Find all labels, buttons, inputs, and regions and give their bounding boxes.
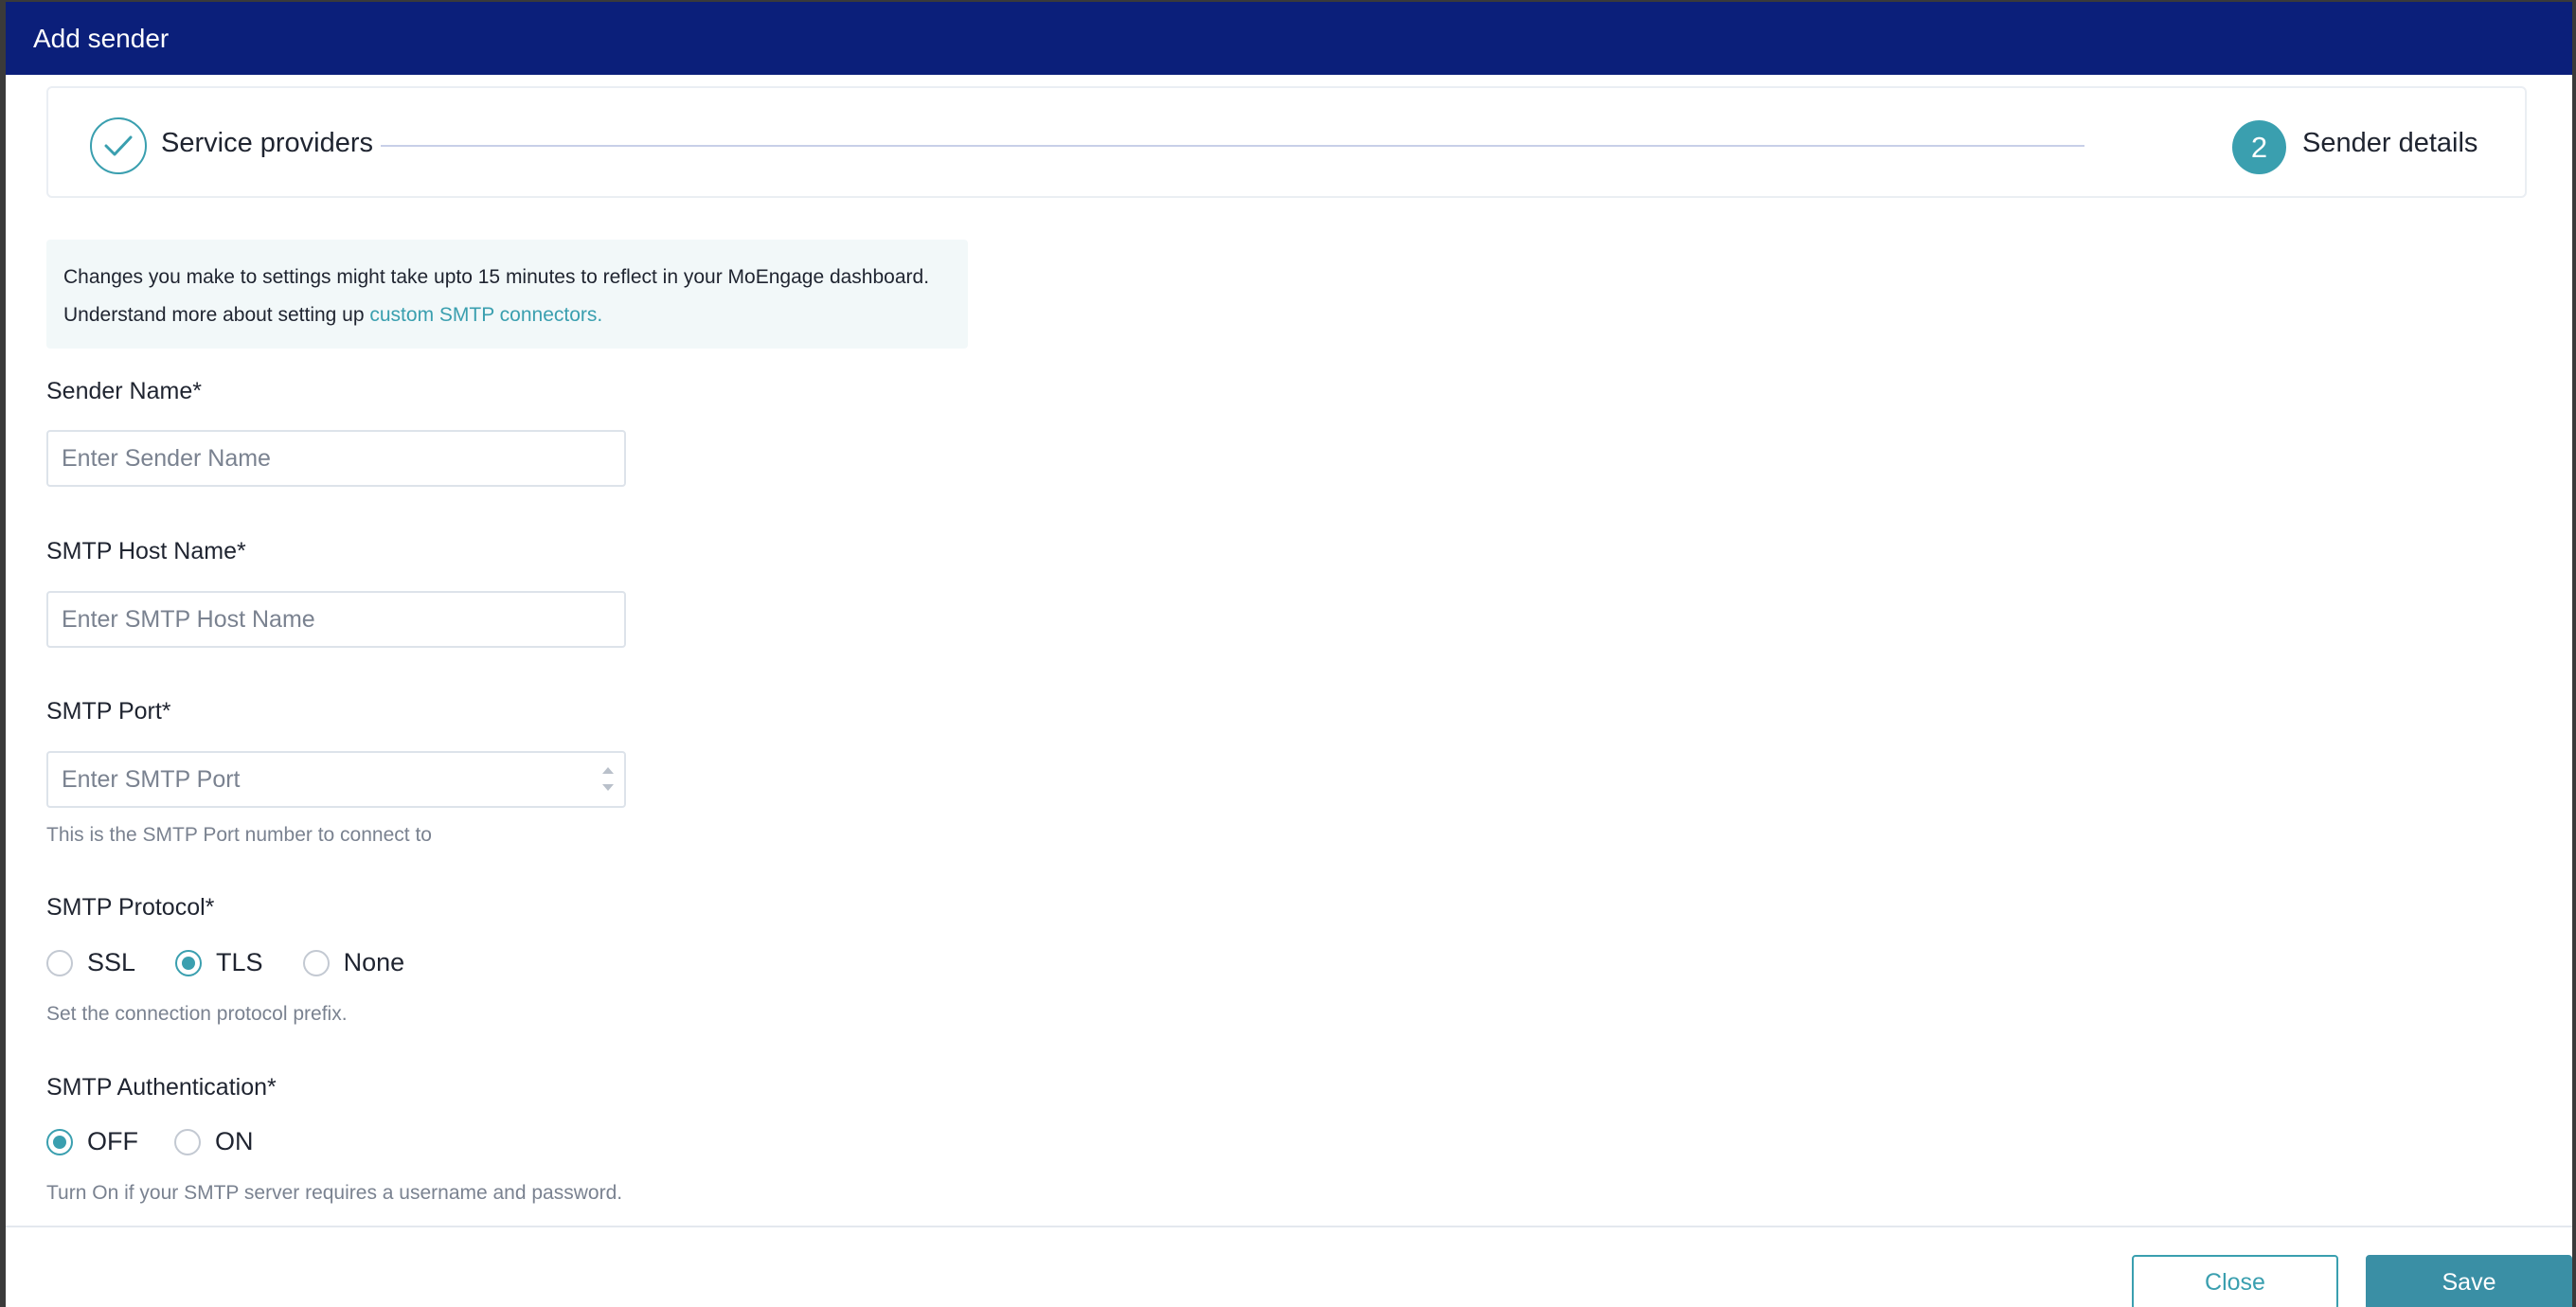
smtp-protocol-hint: Set the connection protocol prefix.: [46, 1003, 348, 1025]
radio-none[interactable]: [302, 949, 330, 976]
step-completed-check-icon: [90, 117, 147, 174]
radio-ssl[interactable]: [46, 949, 73, 976]
radio-off-label: OFF: [87, 1127, 138, 1155]
auth-option-on[interactable]: ON: [174, 1127, 254, 1156]
step-service-providers[interactable]: Service providers: [161, 128, 373, 159]
modal-header: Add sender: [6, 2, 2572, 75]
auth-option-off[interactable]: OFF: [46, 1127, 138, 1156]
smtp-auth-radio-group: OFF ON: [46, 1127, 254, 1156]
radio-off[interactable]: [46, 1128, 73, 1155]
radio-tls[interactable]: [175, 949, 203, 976]
radio-ssl-label: SSL: [87, 948, 136, 976]
radio-on[interactable]: [174, 1128, 201, 1155]
smtp-host-label: SMTP Host Name*: [46, 538, 246, 564]
radio-tls-label: TLS: [216, 948, 263, 976]
info-banner: Changes you make to settings might take …: [46, 240, 968, 349]
stepper-connector-line: [381, 145, 2084, 147]
info-text-line2: Understand more about setting up custom …: [63, 296, 951, 334]
sender-name-label: Sender Name*: [46, 378, 202, 404]
protocol-option-tls[interactable]: TLS: [175, 948, 263, 977]
protocol-option-none[interactable]: None: [302, 948, 405, 977]
add-sender-modal: Add sender Service providers 2 Sender de…: [6, 2, 2572, 1307]
step-sender-details: Sender details: [2302, 128, 2478, 158]
close-button[interactable]: Close: [2132, 1255, 2338, 1307]
save-button[interactable]: Save: [2366, 1255, 2572, 1307]
modal-title: Add sender: [33, 23, 170, 53]
sender-name-input[interactable]: [46, 430, 626, 487]
smtp-port-label: SMTP Port*: [46, 698, 171, 725]
stepper: Service providers 2 Sender details: [46, 86, 2527, 198]
smtp-auth-hint: Turn On if your SMTP server requires a u…: [46, 1182, 623, 1204]
modal-footer: Close Save: [6, 1226, 2572, 1307]
radio-none-label: None: [343, 948, 405, 976]
smtp-protocol-label: SMTP Protocol*: [46, 894, 215, 921]
info-text-prefix: Understand more about setting up: [63, 304, 370, 326]
spin-up-icon[interactable]: [602, 767, 614, 774]
port-stepper[interactable]: [600, 761, 614, 799]
smtp-auth-label: SMTP Authentication*: [46, 1074, 277, 1101]
smtp-protocol-radio-group: SSL TLS None: [46, 948, 404, 977]
protocol-option-ssl[interactable]: SSL: [46, 948, 135, 977]
info-text: Changes you make to settings might take …: [63, 266, 930, 288]
radio-on-label: ON: [215, 1127, 254, 1155]
custom-smtp-connectors-link[interactable]: custom SMTP connectors.: [369, 304, 602, 326]
spin-down-icon[interactable]: [602, 784, 614, 791]
step-number-badge: 2: [2232, 120, 2286, 174]
smtp-port-input[interactable]: [46, 751, 626, 808]
smtp-port-hint: This is the SMTP Port number to connect …: [46, 824, 432, 846]
smtp-host-input[interactable]: [46, 591, 626, 648]
